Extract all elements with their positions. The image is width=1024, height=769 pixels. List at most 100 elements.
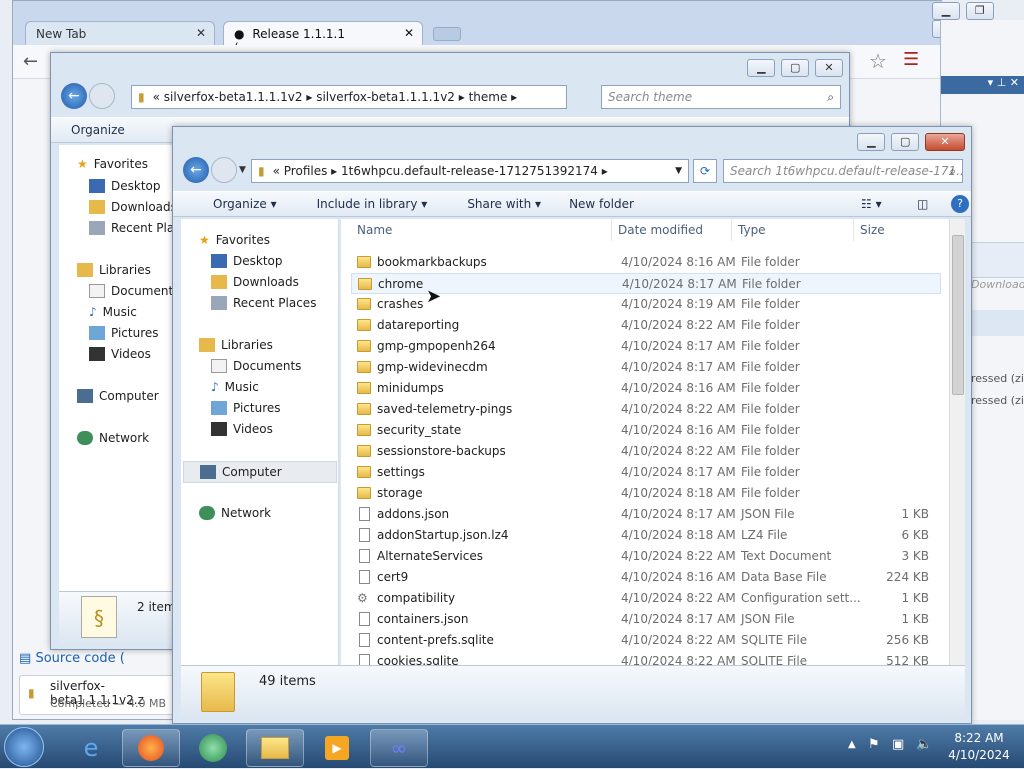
start-button[interactable]	[4, 727, 44, 767]
firefox-icon[interactable]	[122, 729, 180, 767]
minimize-button[interactable]: ▁	[857, 133, 886, 151]
forward-arrow-icon[interactable]	[211, 157, 237, 183]
breadcrumb-item[interactable]: theme	[469, 90, 508, 104]
nav-computer[interactable]: Computer	[183, 461, 337, 483]
breadcrumb-item[interactable]: 1t6whpcu.default-release-1712751392174	[341, 164, 598, 178]
nav-favorites[interactable]: ★ Favorites	[199, 233, 270, 247]
nav-recent-places[interactable]: Recent Places	[211, 296, 316, 310]
maximize-button[interactable]: ▢	[891, 133, 920, 151]
close-icon[interactable]: ✕	[196, 26, 206, 40]
pin-icon[interactable]: ▾ ⊥ ✕	[941, 76, 1024, 94]
browser-app-icon[interactable]	[184, 729, 242, 767]
nav-favorites[interactable]: ★ Favorites	[77, 157, 148, 171]
close-button[interactable]: ✕	[815, 59, 843, 77]
nav-libraries[interactable]: Libraries	[199, 338, 273, 352]
breadcrumb-item[interactable]: silverfox-beta1.1.1.1v2	[164, 90, 303, 104]
table-row[interactable]: storage 4/10/2024 8:18 AM File folder	[351, 483, 941, 504]
network-tray-icon[interactable]: ▣	[892, 737, 904, 752]
nav-music[interactable]: ♪ Music	[211, 380, 259, 394]
table-row[interactable]: bookmarkbackups 4/10/2024 8:16 AM File fol…	[351, 252, 941, 273]
nav-videos[interactable]: Videos	[211, 422, 273, 436]
table-row[interactable]: cert9 4/10/2024 8:16 AM Data Base File 224 …	[351, 567, 941, 588]
table-row[interactable]: security_state 4/10/2024 8:16 AM File fold…	[351, 420, 941, 441]
address-bar[interactable]: ▮ « silverfox-beta1.1.1.1v2 ▸ silverfox-…	[131, 85, 567, 109]
table-row[interactable]: addonStartup.json.lz4 4/10/2024 8:18 AM LZ…	[351, 525, 941, 546]
new-tab-button[interactable]	[433, 27, 461, 41]
organize-button[interactable]: Organize	[71, 123, 125, 137]
recent-pages-chevron-icon[interactable]: ▼	[239, 165, 246, 175]
scrollbar[interactable]	[949, 219, 965, 665]
search-icon[interactable]: ⌕	[949, 164, 956, 179]
breadcrumb-item[interactable]: silverfox-beta1.1.1.1v2	[316, 90, 455, 104]
nav-network[interactable]: Network	[199, 506, 271, 520]
table-row[interactable]: datareporting 4/10/2024 8:22 AM File folde…	[351, 315, 941, 336]
table-row[interactable]: settings 4/10/2024 8:17 AM File folder	[351, 462, 941, 483]
nav-desktop[interactable]: Desktop	[89, 179, 161, 193]
view-options-icon[interactable]: ☷ ▾	[861, 197, 882, 211]
download-item[interactable]: ▮ silverfox-beta1.1.1.1v2.z Completed — …	[19, 675, 189, 715]
restore-button[interactable]: ❐	[965, 2, 994, 20]
table-row[interactable]: addons.json 4/10/2024 8:17 AM JSON File 1 K…	[351, 504, 941, 525]
tray-chevron-icon[interactable]: ▲	[848, 739, 856, 750]
column-header-name[interactable]: Name	[357, 219, 392, 241]
table-row[interactable]: gmp-gmpopenh264 4/10/2024 8:17 AM File fol…	[351, 336, 941, 357]
nav-downloads[interactable]: Downloads	[211, 275, 299, 289]
nav-libraries[interactable]: Libraries	[77, 263, 151, 277]
search-input[interactable]: Search theme ⌕	[601, 85, 841, 109]
nav-videos[interactable]: Videos	[89, 347, 151, 361]
nav-music[interactable]: ♪ Music	[89, 305, 137, 319]
minimize-button[interactable]: ▁	[747, 59, 776, 77]
nav-documents[interactable]: Documents	[89, 284, 179, 298]
address-bar[interactable]: ▮ « Profiles ▸ 1t6whpcu.default-release-…	[251, 159, 689, 183]
help-icon[interactable]: ?	[951, 195, 969, 213]
include-in-library-button[interactable]: Include in library ▾	[297, 197, 428, 211]
scrollbar-thumb[interactable]	[952, 235, 964, 395]
nav-pictures[interactable]: Pictures	[89, 326, 159, 340]
new-folder-button[interactable]: New folder	[569, 197, 634, 211]
clock-date[interactable]: 4/10/2024	[944, 748, 1014, 762]
table-row[interactable]: AlternateServices 4/10/2024 8:22 AM Text D…	[351, 546, 941, 567]
table-row[interactable]: gmp-widevinecdm 4/10/2024 8:17 AM File fol…	[351, 357, 941, 378]
tab-release[interactable]: ● Release 1.1.1.1 (emergency ✕	[223, 21, 423, 55]
internet-explorer-icon[interactable]: e	[62, 729, 120, 767]
back-arrow-icon[interactable]: ←	[61, 83, 87, 109]
refresh-icon[interactable]: ⟳	[693, 159, 717, 183]
flag-icon[interactable]: ⚑	[868, 737, 880, 752]
search-input[interactable]: Search 1t6whpcu.default-release-171... ⌕	[723, 159, 963, 183]
star-icon[interactable]: ☆	[869, 49, 887, 73]
breadcrumb-item[interactable]: Profiles	[284, 164, 328, 178]
forward-arrow-icon[interactable]	[89, 83, 115, 109]
table-row[interactable]: sessionstore-backups 4/10/2024 8:22 AM Fil…	[351, 441, 941, 462]
table-row[interactable]: ⚙ compatibility 4/10/2024 8:22 AM Configura…	[351, 588, 941, 609]
table-row[interactable]: containers.json 4/10/2024 8:17 AM JSON Fil…	[351, 609, 941, 630]
column-header-date[interactable]: Date modified	[611, 219, 703, 241]
share-with-button[interactable]: Share with ▾	[447, 197, 541, 211]
nav-downloads[interactable]: Downloads	[89, 200, 177, 214]
organize-button[interactable]: Organize ▾	[193, 197, 277, 211]
table-row[interactable]: minidumps 4/10/2024 8:16 AM File folder	[351, 378, 941, 399]
close-icon[interactable]: ✕	[404, 26, 414, 40]
minimize-button[interactable]: ▁	[932, 2, 960, 20]
menu-icon[interactable]: ☰	[903, 49, 919, 70]
volume-icon[interactable]: 🔈	[916, 737, 932, 752]
close-button[interactable]: ✕	[925, 133, 965, 151]
column-header-size[interactable]: Size	[853, 219, 885, 241]
app-taskbar-icon[interactable]: ∞	[370, 729, 428, 767]
table-row[interactable]: saved-telemetry-pings 4/10/2024 8:22 AM Fi…	[351, 399, 941, 420]
clock-time[interactable]: 8:22 AM	[944, 731, 1014, 745]
maximize-button[interactable]: ▢	[781, 59, 810, 77]
media-player-icon[interactable]: ▶	[308, 729, 366, 767]
table-row[interactable]: content-prefs.sqlite 4/10/2024 8:22 AM SQL…	[351, 630, 941, 651]
nav-documents[interactable]: Documents	[211, 359, 301, 373]
back-arrow-icon[interactable]: ←	[23, 51, 38, 72]
nav-desktop[interactable]: Desktop	[211, 254, 283, 268]
table-row[interactable]: cookies.sqlite 4/10/2024 8:22 AM SQLITE Fi…	[351, 651, 941, 665]
preview-pane-icon[interactable]: ◫	[917, 197, 928, 211]
tab-new-tab[interactable]: New Tab ✕	[25, 21, 215, 47]
search-icon[interactable]: ⌕	[827, 90, 834, 105]
nav-pictures[interactable]: Pictures	[211, 401, 281, 415]
nav-computer[interactable]: Computer	[77, 389, 159, 403]
chevron-down-icon[interactable]: ▼	[675, 166, 682, 176]
nav-network[interactable]: Network	[77, 431, 149, 445]
explorer-taskbar-icon[interactable]	[246, 729, 304, 767]
